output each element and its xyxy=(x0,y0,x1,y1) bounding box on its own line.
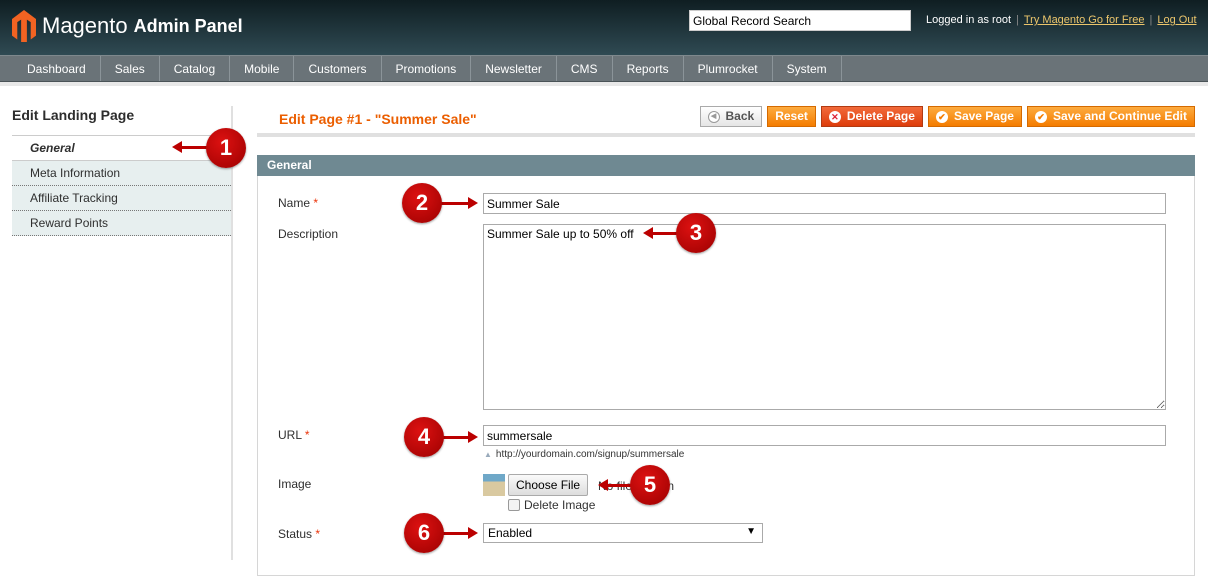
section-header: General xyxy=(257,155,1195,176)
main-nav: Dashboard Sales Catalog Mobile Customers… xyxy=(0,55,1208,82)
check-icon: ✔ xyxy=(935,110,948,123)
name-input[interactable] xyxy=(483,193,1166,214)
nav-divider xyxy=(0,82,1208,86)
sidebar-divider xyxy=(231,106,233,560)
save-page-button[interactable]: ✔ Save Page xyxy=(927,106,1022,127)
nav-system[interactable]: System xyxy=(773,56,842,81)
nav-mobile[interactable]: Mobile xyxy=(230,56,295,81)
nav-cms[interactable]: CMS xyxy=(557,56,613,81)
callout-arrow xyxy=(440,527,478,539)
global-search-input[interactable] xyxy=(689,10,911,31)
tab-affiliate-tracking[interactable]: Affiliate Tracking xyxy=(12,186,231,211)
nav-dashboard[interactable]: Dashboard xyxy=(13,56,101,81)
back-button[interactable]: ◀ Back xyxy=(699,106,763,127)
callout-badge: 2 xyxy=(402,183,442,223)
hint-arrow-icon: ▲ xyxy=(484,450,492,459)
nav-sales[interactable]: Sales xyxy=(101,56,160,81)
reset-button[interactable]: Reset xyxy=(767,106,816,127)
status-select[interactable]: Enabled ▼ xyxy=(483,523,763,543)
delete-icon: ✕ xyxy=(828,110,841,123)
brand-sub: Admin Panel xyxy=(133,15,243,36)
callout-badge: 1 xyxy=(206,128,246,168)
callout-badge: 5 xyxy=(630,465,670,505)
nav-reports[interactable]: Reports xyxy=(613,56,684,81)
nav-plumrocket[interactable]: Plumrocket xyxy=(684,56,773,81)
url-input[interactable] xyxy=(483,425,1166,446)
header: Magento Admin Panel Logged in as root|Tr… xyxy=(0,0,1208,55)
delete-page-button[interactable]: ✕ Delete Page xyxy=(820,106,923,127)
nav-customers[interactable]: Customers xyxy=(294,56,382,81)
save-continue-button[interactable]: ✔ Save and Continue Edit xyxy=(1026,106,1195,127)
try-magento-link[interactable]: Try Magento Go for Free xyxy=(1024,14,1145,26)
sidebar-tabs: General Meta Information Affiliate Track… xyxy=(12,135,231,236)
logout-link[interactable]: Log Out xyxy=(1157,14,1196,26)
nav-promotions[interactable]: Promotions xyxy=(382,56,472,81)
action-buttons: ◀ Back Reset ✕ Delete Page ✔ Save Page ✔ Sav… xyxy=(699,106,1195,127)
nav-catalog[interactable]: Catalog xyxy=(160,56,231,81)
magento-logo-icon xyxy=(12,10,36,42)
callout-arrow xyxy=(440,431,478,443)
delete-image-label: Delete Image xyxy=(524,498,596,512)
brand-name: Magento xyxy=(42,13,128,38)
back-label: Back xyxy=(725,109,755,123)
image-thumbnail[interactable] xyxy=(483,474,505,496)
callout-badge: 3 xyxy=(676,213,716,253)
logo[interactable]: Magento Admin Panel xyxy=(12,10,243,42)
description-label: Description xyxy=(278,227,339,241)
top-links: Logged in as root | Try Magento Go for Fre… xyxy=(926,14,1197,26)
delete-image-checkbox[interactable]: Delete Image xyxy=(508,498,595,512)
nav-newsletter[interactable]: Newsletter xyxy=(471,56,557,81)
callout-arrow xyxy=(438,197,478,209)
description-textarea[interactable]: Summer Sale up to 50% off xyxy=(483,224,1166,410)
page-title: Edit Page #1 - "Summer Sale" xyxy=(279,111,477,127)
sidebar-title: Edit Landing Page xyxy=(12,107,135,123)
image-label: Image xyxy=(278,477,312,491)
dropdown-arrow-icon: ▼ xyxy=(746,526,756,537)
delete-label: Delete Page xyxy=(846,109,915,123)
url-label: URL * xyxy=(278,428,310,442)
tab-meta-information[interactable]: Meta Information xyxy=(12,161,231,186)
callout-badge: 4 xyxy=(404,417,444,457)
url-hint: ▲ http://yourdomain.com/signup/summersale xyxy=(484,449,685,460)
tab-reward-points[interactable]: Reward Points xyxy=(12,211,231,236)
title-divider xyxy=(257,133,1195,137)
name-label: Name * xyxy=(278,196,319,210)
reset-label: Reset xyxy=(775,109,808,123)
logged-in-text: Logged in as root xyxy=(926,14,1012,26)
back-icon: ◀ xyxy=(707,110,720,123)
choose-file-button[interactable]: Choose File xyxy=(508,474,589,496)
checkbox-icon[interactable] xyxy=(508,499,520,511)
save-label: Save Page xyxy=(953,109,1014,123)
check-icon: ✔ xyxy=(1034,110,1047,123)
callout-badge: 6 xyxy=(404,513,444,553)
save-continue-label: Save and Continue Edit xyxy=(1052,109,1187,123)
status-label: Status * xyxy=(278,527,321,541)
